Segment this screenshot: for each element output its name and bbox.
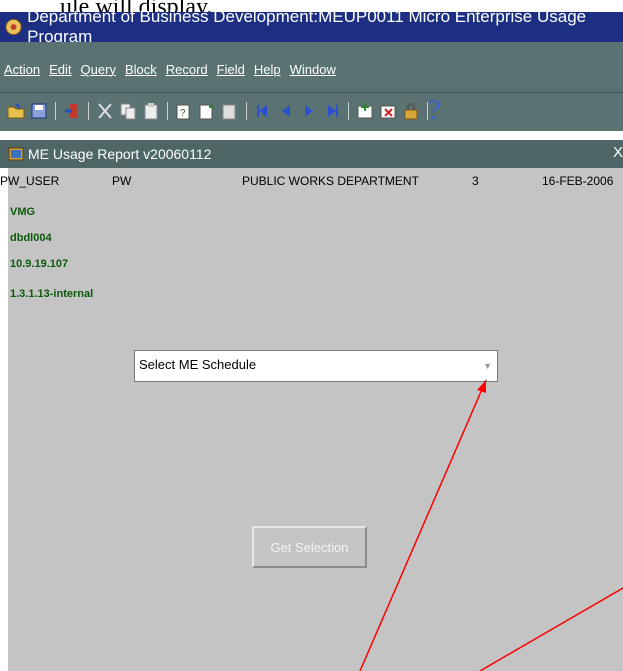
- annotation-line: [479, 587, 623, 671]
- annotation-overlay: [359, 379, 623, 671]
- annotation-arrow: [359, 379, 487, 671]
